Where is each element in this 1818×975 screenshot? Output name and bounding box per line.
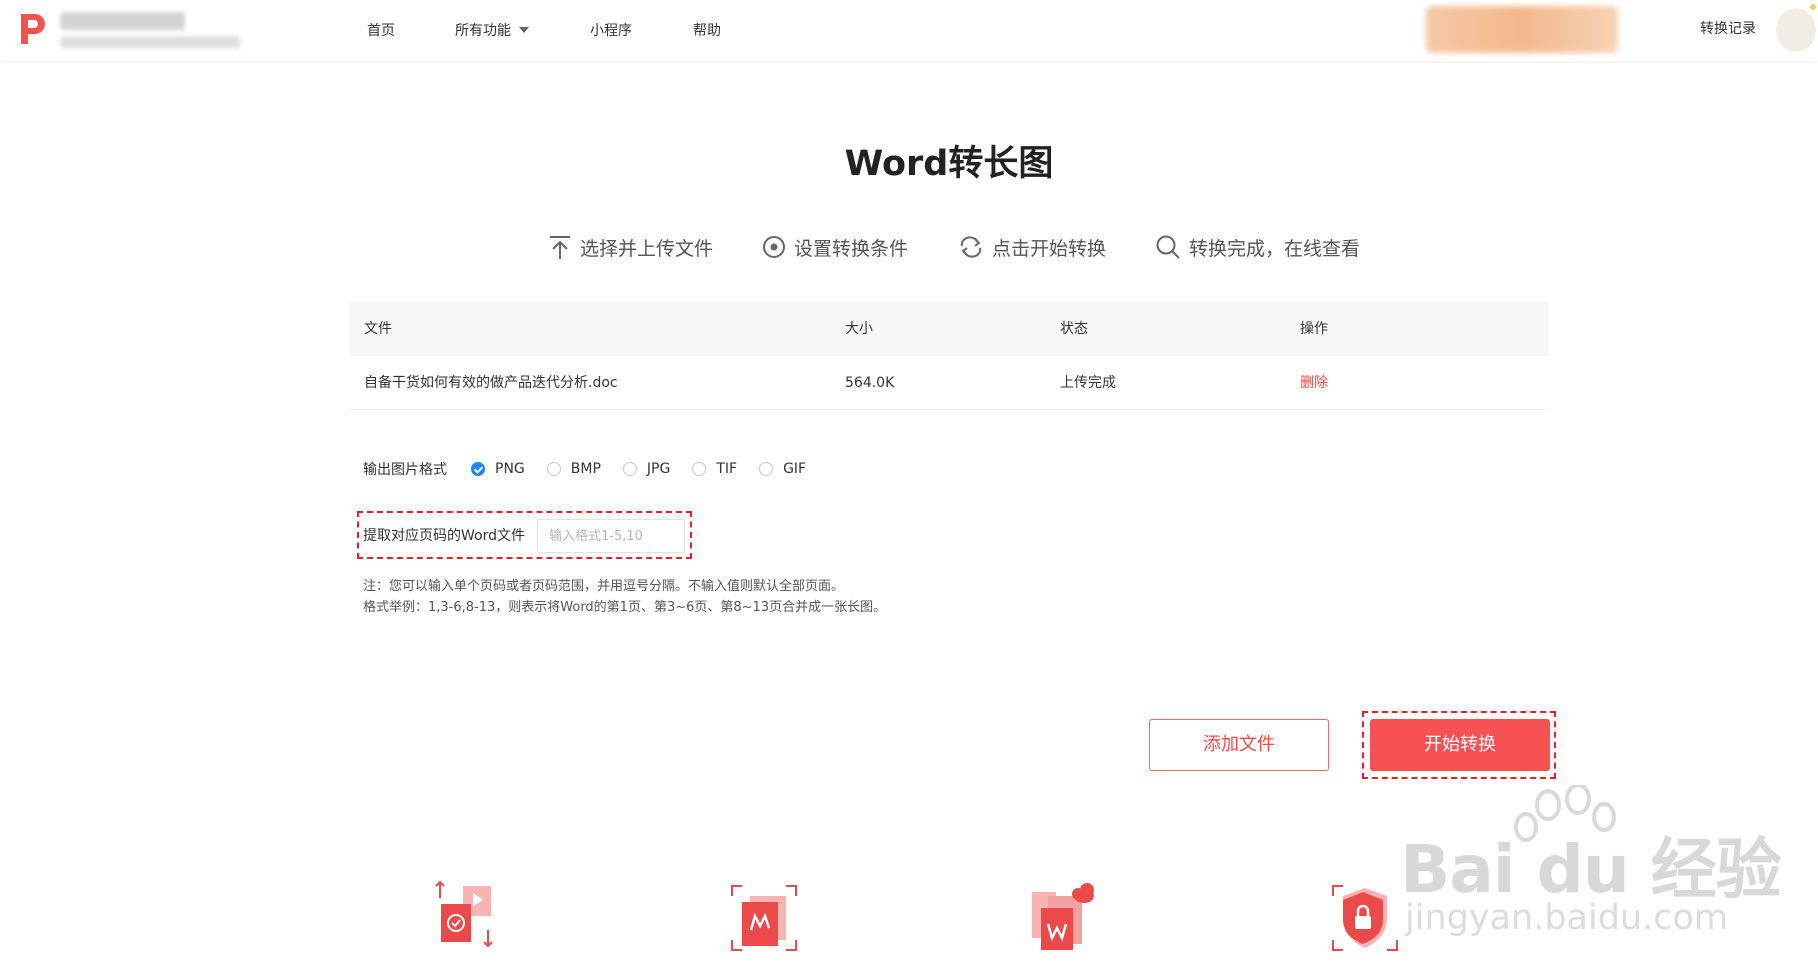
header-status: 状态: [1060, 321, 1088, 337]
radio-jpg[interactable]: JPG: [622, 461, 671, 477]
security-lock-icon: [1332, 885, 1398, 951]
radio-tif[interactable]: TIF: [692, 461, 737, 477]
output-format-row: 输出图片格式 PNG BMP JPG TIF GIF: [363, 458, 828, 480]
file-size: 564.0K: [845, 375, 895, 391]
conversion-history-link[interactable]: 转换记录: [1700, 18, 1756, 38]
add-file-button[interactable]: 添加文件: [1149, 719, 1329, 771]
header-file: 文件: [364, 321, 392, 337]
radio-unchecked-icon: [622, 462, 637, 476]
brand-name-blurred: [60, 12, 245, 52]
radio-bmp-label: BMP: [570, 461, 601, 477]
page-range-input[interactable]: [537, 519, 685, 553]
file-table: 文件 大小 状态 操作 自备干货如何有效的做产品迭代分析.doc 564.0K …: [349, 302, 1549, 410]
radio-tif-label: TIF: [716, 461, 738, 477]
step-start-label: 点击开始转换: [992, 237, 1107, 260]
file-name: 自备干货如何有效的做产品迭代分析.doc: [364, 375, 618, 391]
radio-unchecked-icon: [692, 462, 707, 476]
settings-circle-icon: [763, 236, 785, 258]
search-icon: [1156, 235, 1180, 259]
step-view-label: 转换完成，在线查看: [1189, 237, 1361, 260]
chevron-down-icon: [519, 27, 529, 33]
step-view: 转换完成，在线查看: [1155, 233, 1360, 261]
avatar[interactable]: [1776, 8, 1816, 52]
radio-unchecked-icon: [759, 462, 774, 476]
radio-png[interactable]: PNG: [471, 461, 525, 477]
delete-link[interactable]: 删除: [1300, 356, 1328, 410]
step-upload: 选择并上传文件: [548, 233, 713, 261]
radio-png-label: PNG: [495, 461, 525, 477]
step-settings: 设置转换条件: [762, 233, 908, 261]
nav-mini-program[interactable]: 小程序: [590, 20, 632, 40]
refresh-icon: [960, 236, 982, 258]
radio-unchecked-icon: [546, 462, 561, 476]
step-upload-label: 选择并上传文件: [580, 237, 714, 260]
notification-dot: [1810, 4, 1816, 10]
radio-jpg-label: JPG: [646, 461, 671, 477]
nav-home[interactable]: 首页: [367, 20, 395, 40]
watermark-url: jingyan.baidu.com: [1405, 898, 1728, 938]
page-title: Word转长图: [844, 144, 1054, 184]
nav-all-features[interactable]: 所有功能: [455, 20, 529, 40]
fast-convert-icon: [435, 880, 493, 948]
radio-checked-icon: [471, 462, 485, 476]
radio-gif-label: GIF: [783, 461, 807, 477]
file-status: 上传完成: [1060, 375, 1116, 391]
page-range-label: 提取对应页码的Word文件: [363, 528, 525, 544]
cloud-doc-icon: [1032, 883, 1094, 950]
header-size: 大小: [845, 321, 873, 337]
nav-help[interactable]: 帮助: [693, 20, 721, 40]
top-header: 首页 所有功能 小程序 帮助 转换记录: [0, 0, 1818, 61]
note-line-2: 格式举例：1,3-6,8-13，则表示将Word的第1页、第3~6页、第8~13…: [363, 600, 887, 615]
table-header: 文件 大小 状态 操作: [349, 302, 1549, 356]
output-format-label: 输出图片格式: [363, 462, 447, 478]
table-row: 自备干货如何有效的做产品迭代分析.doc 564.0K 上传完成 删除: [349, 356, 1549, 410]
radio-gif[interactable]: GIF: [759, 461, 806, 477]
promo-banner-blurred[interactable]: [1426, 6, 1618, 53]
upload-icon: [550, 236, 570, 259]
radio-bmp[interactable]: BMP: [546, 461, 601, 477]
app-logo-icon[interactable]: [18, 12, 48, 46]
header-action: 操作: [1300, 321, 1328, 337]
start-convert-button[interactable]: 开始转换: [1370, 719, 1550, 771]
note-line-1: 注：您可以输入单个页码或者页码范围，并用逗号分隔。不输入值则默认全部页面。: [363, 579, 845, 594]
nav-all-features-label: 所有功能: [455, 23, 511, 39]
quality-icon: [731, 885, 797, 951]
step-settings-label: 设置转换条件: [794, 237, 909, 260]
step-start: 点击开始转换: [958, 233, 1106, 261]
